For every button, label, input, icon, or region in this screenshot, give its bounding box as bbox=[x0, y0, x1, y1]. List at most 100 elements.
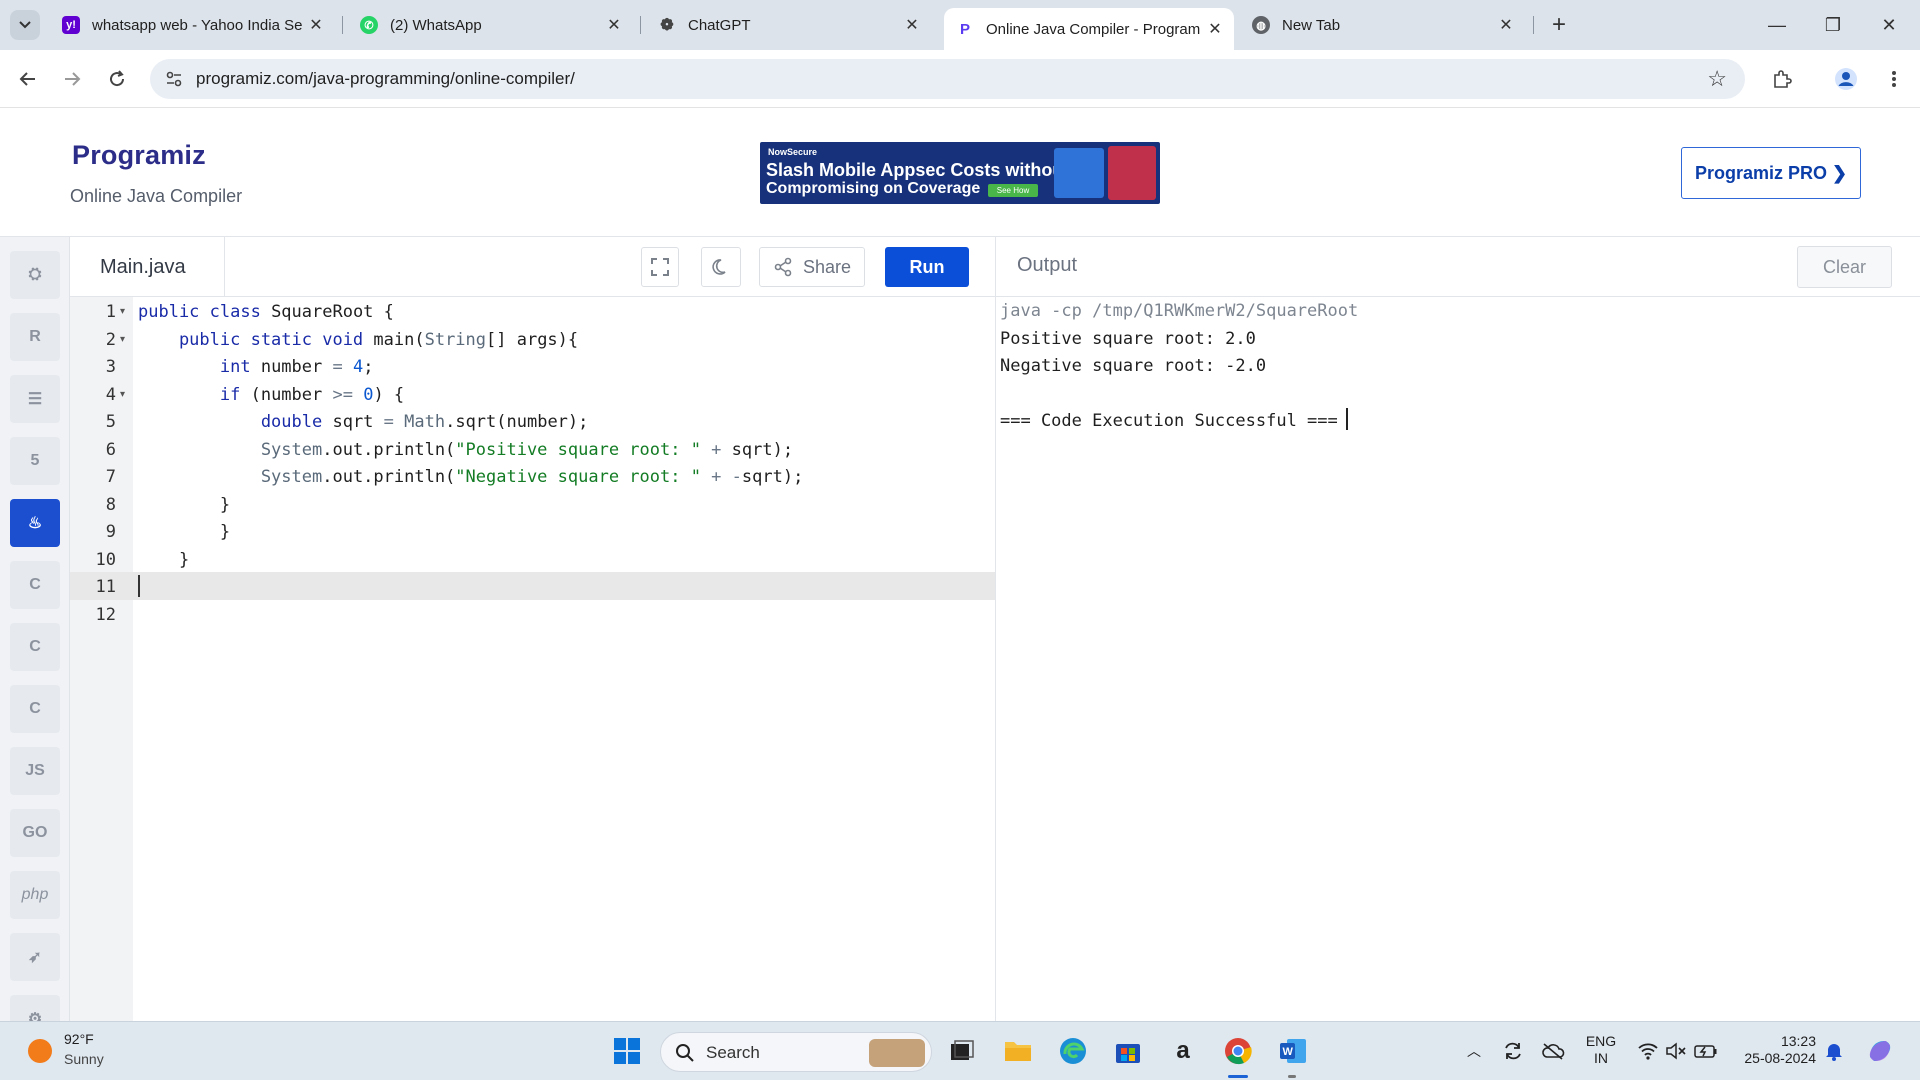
page-subtitle: Online Java Compiler bbox=[70, 186, 243, 206]
ad-brand: NowSecure bbox=[768, 147, 818, 157]
browser-tab-yahoo[interactable]: y! whatsapp web - Yahoo India Se ✕ bbox=[50, 8, 335, 42]
code-token: String bbox=[424, 330, 487, 350]
bookmark-star-icon[interactable]: ☆ bbox=[1707, 66, 1727, 92]
url-text: programiz.com/java-programming/online-co… bbox=[196, 69, 575, 88]
close-tab-icon[interactable]: ✕ bbox=[1206, 19, 1224, 39]
code-text: } bbox=[138, 491, 230, 519]
browser-tab-chatgpt[interactable]: ❁ ChatGPT ✕ bbox=[646, 8, 931, 42]
tab-title: whatsapp web - Yahoo India Se bbox=[92, 16, 303, 34]
language-code: ENG bbox=[1585, 1033, 1617, 1049]
share-icon bbox=[774, 257, 792, 277]
extensions-button[interactable] bbox=[1766, 63, 1798, 95]
notifications-button[interactable] bbox=[1818, 1035, 1850, 1067]
browser-tab-programiz[interactable]: P Online Java Compiler - Program ✕ bbox=[944, 8, 1234, 50]
expand-icon bbox=[651, 258, 669, 276]
code-token: double bbox=[138, 412, 333, 432]
input-language[interactable]: ENG IN bbox=[1580, 1033, 1622, 1067]
chevron-up-icon[interactable]: ︿ bbox=[1458, 1035, 1490, 1067]
copilot-button[interactable] bbox=[1864, 1035, 1896, 1067]
share-button[interactable]: Share bbox=[759, 247, 865, 287]
volume-button[interactable] bbox=[1660, 1035, 1692, 1067]
js-icon[interactable]: JS bbox=[10, 747, 60, 795]
go-icon[interactable]: GO bbox=[10, 809, 60, 857]
profile-button[interactable] bbox=[1830, 63, 1862, 95]
code-token: 4 bbox=[352, 357, 364, 377]
ad-cta-button[interactable]: See How bbox=[988, 184, 1038, 197]
file-tab[interactable]: Main.java bbox=[70, 237, 225, 297]
chrome-icon bbox=[1225, 1038, 1252, 1065]
weather-description[interactable]: Sunny bbox=[64, 1051, 104, 1067]
code-token: [] args){ bbox=[486, 330, 579, 350]
ad-illustration bbox=[1054, 148, 1104, 198]
clear-button[interactable]: Clear bbox=[1797, 246, 1892, 288]
active-app-indicator bbox=[1228, 1075, 1248, 1078]
browser-tab-new-tab[interactable]: ◍ New Tab ✕ bbox=[1240, 8, 1525, 42]
address-bar[interactable]: programiz.com/java-programming/online-co… bbox=[150, 59, 1745, 99]
start-button[interactable] bbox=[611, 1035, 643, 1067]
amazon-icon[interactable]: a bbox=[1167, 1035, 1199, 1067]
close-tab-icon[interactable]: ✕ bbox=[605, 15, 623, 35]
panel-divider[interactable] bbox=[995, 237, 996, 1021]
restore-button[interactable]: ❐ bbox=[1810, 8, 1856, 42]
code-text: public class SquareRoot { bbox=[138, 298, 394, 326]
code-token: + - bbox=[700, 467, 742, 487]
swift-icon[interactable]: ➶ bbox=[10, 933, 60, 981]
programiz-icon: P bbox=[959, 20, 970, 38]
battery-button[interactable] bbox=[1690, 1035, 1722, 1067]
code-line: } bbox=[0, 546, 995, 574]
clock-date: 25-08-2024 bbox=[1744, 1050, 1816, 1066]
search-icon bbox=[676, 1044, 694, 1062]
clock[interactable]: 13:23 25-08-2024 bbox=[1732, 1033, 1816, 1067]
advertisement-banner[interactable]: NowSecure Slash Mobile Appsec Costs with… bbox=[760, 142, 1160, 204]
code-token: int bbox=[138, 357, 261, 377]
tab-search-button[interactable] bbox=[10, 10, 40, 40]
forward-button[interactable] bbox=[56, 63, 88, 95]
close-tab-icon[interactable]: ✕ bbox=[307, 15, 325, 35]
bell-icon bbox=[1826, 1044, 1842, 1061]
word-button[interactable]: W bbox=[1277, 1035, 1309, 1067]
php-icon[interactable]: php bbox=[10, 871, 60, 919]
programiz-logo[interactable]: Programiz bbox=[72, 140, 206, 171]
minimize-button[interactable]: — bbox=[1754, 8, 1800, 42]
dark-mode-button[interactable] bbox=[701, 247, 741, 287]
store-button[interactable] bbox=[1112, 1035, 1144, 1067]
new-tab-button[interactable]: + bbox=[1544, 10, 1574, 40]
weather-temperature[interactable]: 92°F bbox=[64, 1031, 94, 1047]
code-token: System bbox=[138, 440, 323, 460]
run-button[interactable]: Run bbox=[885, 247, 969, 287]
cpp-icon[interactable]: C bbox=[10, 623, 60, 671]
close-tab-icon[interactable]: ✕ bbox=[903, 15, 921, 35]
onedrive-button[interactable] bbox=[1537, 1035, 1569, 1067]
close-window-button[interactable]: ✕ bbox=[1866, 8, 1912, 42]
code-line: int number = 4; bbox=[0, 353, 995, 381]
chrome-button[interactable] bbox=[1222, 1035, 1254, 1067]
code-line: public class SquareRoot { bbox=[0, 298, 995, 326]
code-line: } bbox=[0, 491, 995, 519]
avatar-icon bbox=[1835, 68, 1857, 90]
task-view-button[interactable] bbox=[946, 1035, 978, 1067]
browser-tab-whatsapp[interactable]: ✆ (2) WhatsApp ✕ bbox=[348, 8, 633, 42]
file-explorer-button[interactable] bbox=[1002, 1035, 1034, 1067]
tab-separator bbox=[342, 16, 343, 34]
code-token: ; bbox=[363, 357, 374, 377]
close-tab-icon[interactable]: ✕ bbox=[1497, 15, 1515, 35]
store-icon bbox=[1116, 1044, 1140, 1063]
python-icon[interactable]: ⛭ bbox=[10, 251, 60, 299]
reload-button[interactable] bbox=[101, 63, 133, 95]
code-token: = bbox=[383, 412, 405, 432]
taskbar-search[interactable]: Search bbox=[660, 1032, 932, 1072]
sun-icon[interactable] bbox=[28, 1039, 52, 1063]
code-token: .out.println( bbox=[322, 440, 456, 460]
edge-button[interactable] bbox=[1057, 1035, 1089, 1067]
rust-icon[interactable]: ⚙ bbox=[10, 995, 60, 1021]
puzzle-icon bbox=[1774, 70, 1792, 88]
csharp-icon[interactable]: C bbox=[10, 685, 60, 733]
moon-icon bbox=[712, 259, 726, 275]
programiz-pro-button[interactable]: Programiz PRO ❯ bbox=[1681, 147, 1861, 199]
browser-menu-button[interactable] bbox=[1878, 63, 1910, 95]
code-token: SquareRoot { bbox=[271, 302, 394, 322]
sync-button[interactable] bbox=[1497, 1035, 1529, 1067]
back-button[interactable] bbox=[12, 63, 44, 95]
fullscreen-button[interactable] bbox=[641, 247, 679, 287]
site-settings-icon[interactable] bbox=[164, 69, 184, 89]
